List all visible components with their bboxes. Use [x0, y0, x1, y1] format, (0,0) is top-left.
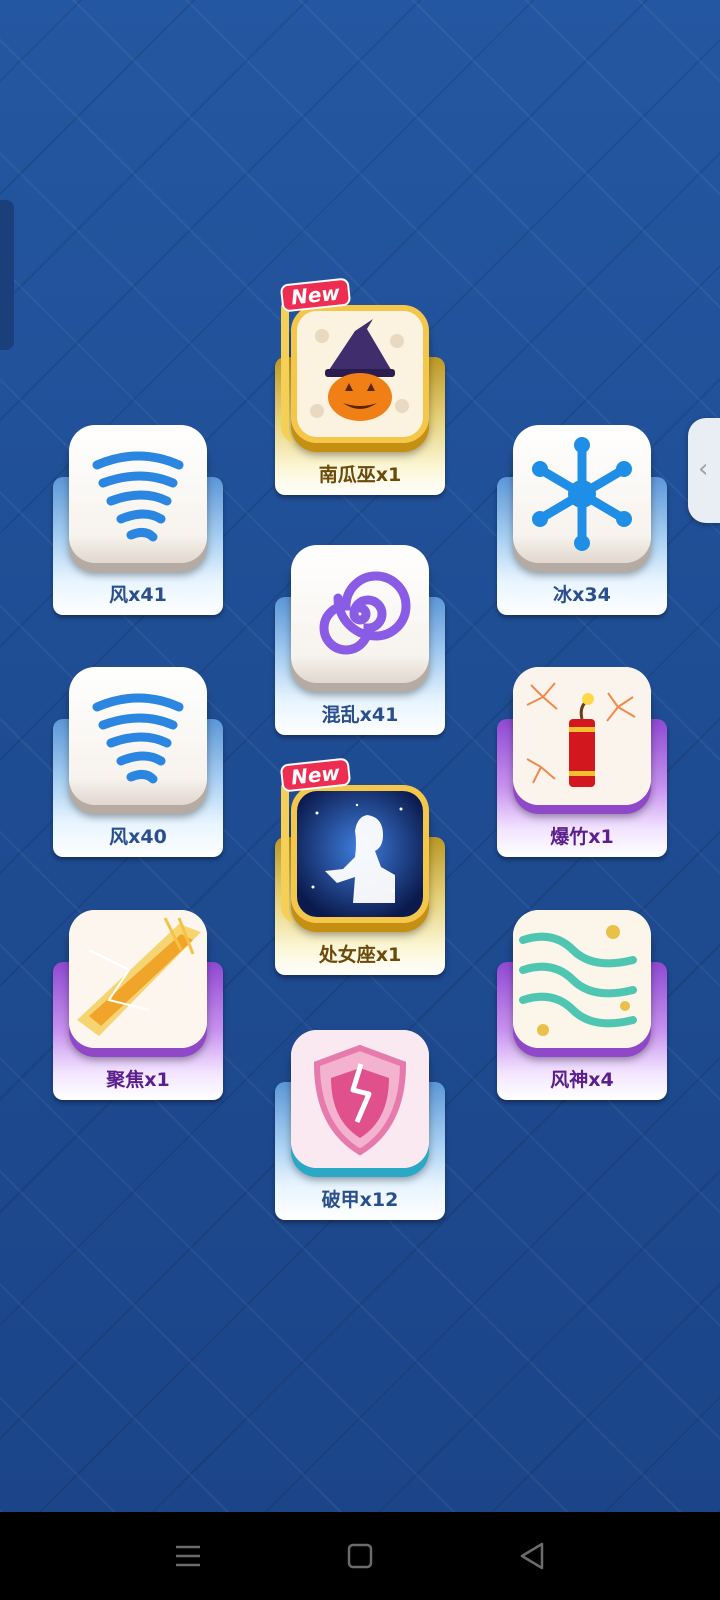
- item-label: 风x40: [109, 826, 167, 848]
- item-label: 风神x4: [550, 1069, 614, 1091]
- item-label: 混乱x41: [321, 704, 399, 726]
- item-card-focus[interactable]: 聚焦x1: [53, 910, 223, 1100]
- wind-god-swirl-icon: [513, 910, 651, 1048]
- spiral-icon: [291, 545, 429, 683]
- system-navigation-bar: [0, 1512, 720, 1600]
- tornado-icon: [69, 667, 207, 805]
- item-label: 爆竹x1: [550, 826, 614, 848]
- side-drawer-handle[interactable]: ‹: [688, 418, 720, 523]
- snowflake-icon: [513, 425, 651, 563]
- item-card-virgo[interactable]: New 处女座x1: [275, 757, 445, 975]
- back-triangle-icon[interactable]: [512, 1536, 552, 1576]
- item-label: 聚焦x1: [106, 1069, 170, 1091]
- item-label: 南瓜巫x1: [318, 464, 402, 486]
- item-label: 冰x34: [553, 584, 611, 606]
- item-label: 风x41: [109, 584, 167, 606]
- item-card-wind[interactable]: 风x41: [53, 425, 223, 615]
- item-card-armor-break[interactable]: 破甲x12: [275, 1030, 445, 1220]
- home-square-icon[interactable]: [340, 1536, 380, 1576]
- dragon-frame-icon: [281, 293, 313, 443]
- menu-icon[interactable]: [168, 1536, 208, 1576]
- item-card-chaos[interactable]: 混乱x41: [275, 545, 445, 735]
- item-card-wind-2[interactable]: 风x40: [53, 667, 223, 857]
- firecracker-icon: [513, 667, 651, 805]
- tornado-icon: [69, 425, 207, 563]
- item-card-ice[interactable]: 冰x34: [497, 425, 667, 615]
- item-card-pumpkin-witch[interactable]: New 南瓜巫x1: [275, 277, 445, 495]
- dragon-frame-icon: [281, 773, 313, 923]
- item-label: 处女座x1: [318, 944, 402, 966]
- broken-shield-icon: [291, 1030, 429, 1168]
- chevron-left-icon: ‹: [698, 454, 709, 484]
- item-card-wind-god[interactable]: 风神x4: [497, 910, 667, 1100]
- item-card-firecracker[interactable]: 爆竹x1: [497, 667, 667, 857]
- item-label: 破甲x12: [321, 1189, 399, 1211]
- left-edge-tab[interactable]: [0, 200, 14, 350]
- focus-beam-icon: [69, 910, 207, 1048]
